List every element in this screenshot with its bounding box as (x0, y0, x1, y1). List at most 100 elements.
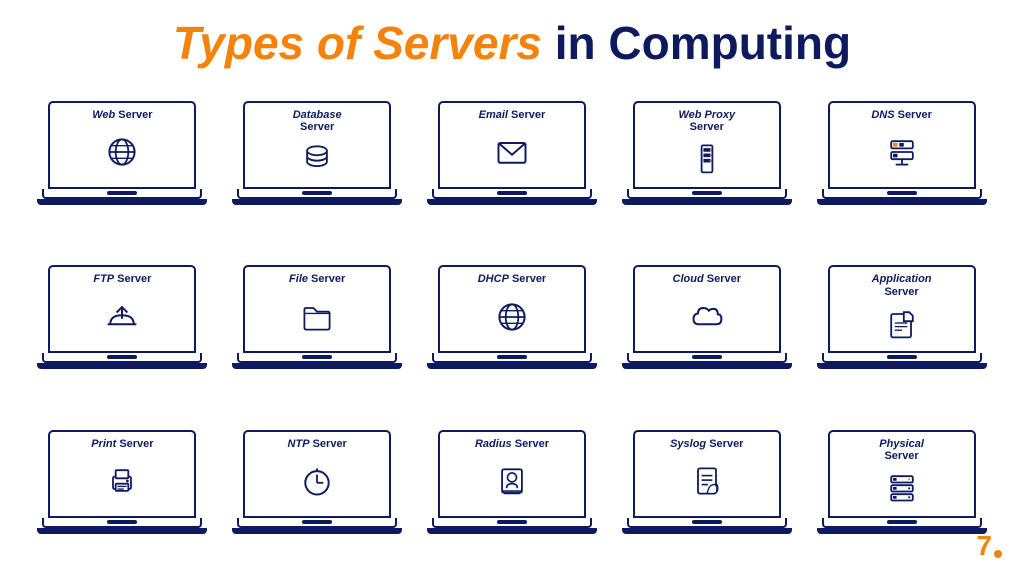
card-cloud: Cloud Server (614, 243, 799, 399)
icon-cloud (689, 286, 725, 347)
laptop-database: DatabaseServer (237, 101, 397, 213)
icon-email (494, 121, 530, 182)
stand-webproxy (622, 199, 792, 205)
base-cloud (627, 353, 787, 363)
screen-dns: DNS Server (828, 101, 976, 189)
base-email (432, 189, 592, 199)
stand-radius (427, 528, 597, 534)
stand-database (232, 199, 402, 205)
icon-radius (494, 450, 530, 511)
label-ftp: FTP Server (55, 273, 189, 286)
base-application (822, 353, 982, 363)
base-print (42, 518, 202, 528)
page-title: Types of Servers in Computing (30, 18, 994, 69)
base-radius (432, 518, 592, 528)
brand-seven: 7 (976, 530, 992, 562)
title-orange: Types of Servers (173, 17, 542, 69)
laptop-dns: DNS Server (822, 101, 982, 213)
label-web: Web Server (55, 109, 189, 122)
screen-ntp: NTP Server (243, 430, 391, 518)
icon-database (299, 134, 335, 183)
icon-dhcp (494, 286, 530, 347)
label-syslog: Syslog Server (640, 438, 774, 451)
screen-dhcp: DHCP Server (438, 265, 586, 353)
base-web (42, 189, 202, 199)
laptop-file: File Server (237, 265, 397, 377)
screen-print: Print Server (48, 430, 196, 518)
server-grid: Web Server (30, 79, 994, 564)
card-print: Print Server (30, 408, 215, 564)
laptop-cloud: Cloud Server (627, 265, 787, 377)
base-webproxy (627, 189, 787, 199)
base-ftp (42, 353, 202, 363)
laptop-ntp: NTP Server (237, 430, 397, 542)
stand-ftp (37, 363, 207, 369)
stand-email (427, 199, 597, 205)
stand-web (37, 199, 207, 205)
base-ntp (237, 518, 397, 528)
label-ntp: NTP Server (250, 438, 384, 451)
card-email: Email Server (420, 79, 605, 235)
screen-ftp: FTP Server (48, 265, 196, 353)
laptop-syslog: Syslog Server (627, 430, 787, 542)
card-syslog: Syslog Server (614, 408, 799, 564)
page: Types of Servers in Computing Web Server (0, 0, 1024, 576)
stand-file (232, 363, 402, 369)
label-application: ApplicationServer (835, 273, 969, 298)
icon-physical (884, 463, 920, 512)
icon-file (299, 286, 335, 347)
stand-dns (817, 199, 987, 205)
base-database (237, 189, 397, 199)
stand-physical (817, 528, 987, 534)
card-dns: DNS Server (809, 79, 994, 235)
card-web: Web Server (30, 79, 215, 235)
screen-physical: PhysicalServer (828, 430, 976, 518)
brand-logo: 7 (976, 530, 1002, 562)
brand-dot (994, 550, 1002, 558)
laptop-web: Web Server (42, 101, 202, 213)
stand-ntp (232, 528, 402, 534)
label-radius: Radius Server (445, 438, 579, 451)
icon-dns (884, 121, 920, 182)
screen-radius: Radius Server (438, 430, 586, 518)
icon-webproxy (689, 134, 725, 183)
base-syslog (627, 518, 787, 528)
stand-application (817, 363, 987, 369)
screen-syslog: Syslog Server (633, 430, 781, 518)
laptop-application: ApplicationServer (822, 265, 982, 377)
stand-dhcp (427, 363, 597, 369)
screen-file: File Server (243, 265, 391, 353)
card-ntp: NTP Server (225, 408, 410, 564)
base-file (237, 353, 397, 363)
screen-cloud: Cloud Server (633, 265, 781, 353)
stand-print (37, 528, 207, 534)
icon-ntp (299, 450, 335, 511)
laptop-print: Print Server (42, 430, 202, 542)
screen-webproxy: Web ProxyServer (633, 101, 781, 189)
screen-email: Email Server (438, 101, 586, 189)
label-dns: DNS Server (835, 109, 969, 122)
screen-database: DatabaseServer (243, 101, 391, 189)
label-physical: PhysicalServer (835, 438, 969, 463)
card-application: ApplicationServer (809, 243, 994, 399)
icon-syslog (689, 450, 725, 511)
stand-cloud (622, 363, 792, 369)
stand-syslog (622, 528, 792, 534)
card-physical: PhysicalServer (809, 408, 994, 564)
label-webproxy: Web ProxyServer (640, 109, 774, 134)
label-database: DatabaseServer (250, 109, 384, 134)
base-dns (822, 189, 982, 199)
icon-ftp (104, 286, 140, 347)
laptop-dhcp: DHCP Server (432, 265, 592, 377)
laptop-ftp: FTP Server (42, 265, 202, 377)
card-webproxy: Web ProxyServer (614, 79, 799, 235)
label-cloud: Cloud Server (640, 273, 774, 286)
label-file: File Server (250, 273, 384, 286)
label-print: Print Server (55, 438, 189, 451)
icon-print (104, 450, 140, 511)
laptop-physical: PhysicalServer (822, 430, 982, 542)
card-dhcp: DHCP Server (420, 243, 605, 399)
card-radius: Radius Server (420, 408, 605, 564)
screen-application: ApplicationServer (828, 265, 976, 353)
title-dark: in Computing (542, 17, 851, 69)
